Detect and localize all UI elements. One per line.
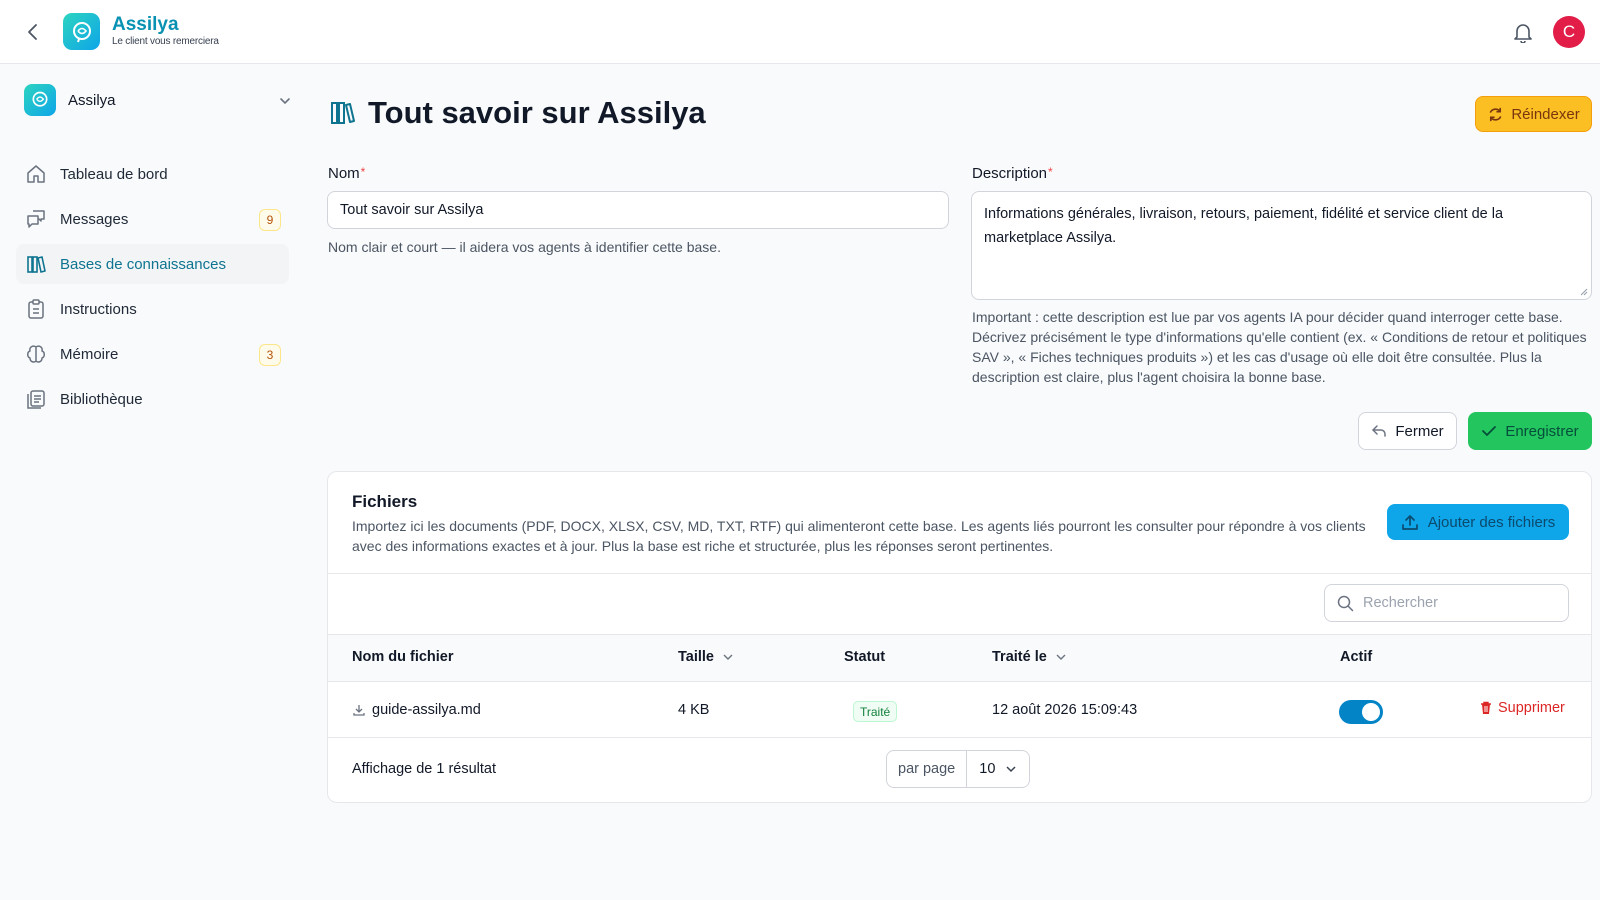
divider — [328, 737, 1591, 738]
search-box — [1324, 584, 1569, 622]
sidebar-nav: Tableau de bord Messages 9 Bases de conn… — [16, 154, 289, 424]
undo-icon — [1372, 425, 1387, 437]
books-icon — [25, 253, 47, 275]
resize-grip-icon[interactable] — [1578, 286, 1588, 296]
sidebar-item-label: Mémoire — [60, 345, 119, 363]
add-files-button[interactable]: Ajouter des fichiers — [1387, 504, 1569, 540]
divider — [328, 573, 1591, 574]
chevron-down-icon — [280, 98, 290, 105]
file-size: 4 KB — [678, 702, 710, 718]
files-card: Fichiers Importez ici les documents (PDF… — [327, 471, 1592, 803]
reindex-button[interactable]: Réindexer — [1475, 96, 1592, 132]
sidebar-item-label: Instructions — [60, 300, 137, 318]
chevron-left-icon — [28, 24, 37, 40]
description-field[interactable]: Informations générales, livraison, retou… — [971, 191, 1592, 300]
name-help-text: Nom clair et court — il aidera vos agent… — [328, 239, 721, 255]
chevron-down-icon — [1056, 654, 1066, 660]
column-header-status: Statut — [844, 649, 886, 665]
per-page-select[interactable]: 10 — [967, 761, 1029, 777]
sidebar-item-library[interactable]: Bibliothèque — [16, 379, 289, 419]
workspace-switcher[interactable]: Assilya — [16, 80, 294, 120]
name-label: Nom* — [328, 165, 366, 182]
sidebar-item-label: Messages — [60, 210, 129, 228]
count-badge: 3 — [259, 344, 281, 366]
workspace-logo — [24, 84, 56, 116]
divider — [328, 634, 1591, 635]
close-label: Fermer — [1395, 422, 1444, 440]
results-count: Affichage de 1 résultat — [352, 761, 497, 777]
brain-icon — [25, 343, 47, 365]
trash-icon — [1481, 701, 1491, 714]
sidebar-item-dashboard[interactable]: Tableau de bord — [16, 154, 289, 194]
messages-icon — [25, 208, 47, 230]
description-help-text: Important : cette description est lue pa… — [972, 309, 1587, 385]
files-title: Fichiers — [352, 492, 418, 511]
file-name: guide-assilya.md — [372, 702, 481, 718]
column-header-size[interactable]: Taille — [678, 649, 734, 665]
files-description: Importez ici les documents (PDF, DOCX, X… — [352, 518, 1366, 554]
books-icon — [331, 102, 355, 124]
description-label: Description* — [972, 165, 1053, 182]
sidebar-item-knowledge-bases[interactable]: Bases de connaissances — [16, 244, 289, 284]
app-name: Assilya — [112, 14, 179, 35]
refresh-icon — [1489, 107, 1502, 121]
file-name-cell[interactable]: guide-assilya.md — [352, 702, 481, 718]
table-header: Nom du fichier Taille Statut Traité le A… — [328, 634, 1591, 682]
chevron-down-icon — [723, 654, 733, 660]
column-header-name: Nom du fichier — [352, 649, 454, 665]
sidebar-item-label: Bibliothèque — [60, 390, 143, 408]
per-page-selector: par page 10 — [886, 750, 1031, 788]
chevron-down-icon — [1006, 766, 1016, 773]
sidebar-item-messages[interactable]: Messages 9 — [16, 199, 289, 239]
per-page-label: par page — [887, 751, 968, 787]
home-icon — [25, 163, 47, 185]
check-icon — [1482, 426, 1497, 436]
add-files-label: Ajouter des fichiers — [1427, 513, 1556, 531]
upload-icon — [1401, 515, 1418, 530]
app-tagline: Le client vous remerciera — [112, 36, 219, 47]
delete-button[interactable]: Supprimer — [1479, 700, 1565, 716]
save-label: Enregistrer — [1505, 422, 1579, 440]
search-icon — [1337, 595, 1354, 611]
top-bar: Assilya Le client vous remerciera C — [0, 0, 1600, 64]
notifications-button[interactable] — [1510, 19, 1536, 45]
reindex-label: Réindexer — [1511, 105, 1580, 123]
workspace-name: Assilya — [68, 92, 116, 109]
sidebar-item-label: Bases de connaissances — [60, 255, 226, 273]
description-value: Informations générales, livraison, retou… — [984, 206, 1504, 246]
user-avatar[interactable]: C — [1553, 16, 1585, 48]
active-toggle[interactable] — [1339, 700, 1383, 724]
toggle-knob — [1362, 703, 1380, 721]
save-button[interactable]: Enregistrer — [1468, 412, 1592, 450]
sidebar-item-label: Tableau de bord — [60, 165, 168, 183]
search-input[interactable] — [1363, 595, 1553, 611]
clipboard-icon — [25, 298, 47, 320]
bell-icon — [1514, 24, 1532, 43]
page-title: Tout savoir sur Assilya — [368, 95, 706, 130]
count-badge: 9 — [259, 209, 281, 231]
close-button[interactable]: Fermer — [1358, 412, 1457, 450]
delete-label: Supprimer — [1498, 700, 1565, 716]
name-field[interactable]: Tout savoir sur Assilya — [327, 191, 949, 229]
back-button[interactable] — [20, 19, 46, 45]
column-header-active: Actif — [1340, 649, 1373, 665]
column-header-processed[interactable]: Traité le — [992, 649, 1067, 665]
library-icon — [25, 388, 47, 410]
sidebar-item-instructions[interactable]: Instructions — [16, 289, 289, 329]
divider — [328, 681, 1591, 682]
per-page-value: 10 — [979, 761, 996, 777]
app-logo — [63, 13, 100, 50]
processed-date: 12 août 2026 15:09:43 — [992, 702, 1138, 718]
download-icon — [353, 705, 365, 716]
sidebar-item-memory[interactable]: Mémoire 3 — [16, 334, 289, 374]
status-badge: Traité — [853, 701, 898, 722]
